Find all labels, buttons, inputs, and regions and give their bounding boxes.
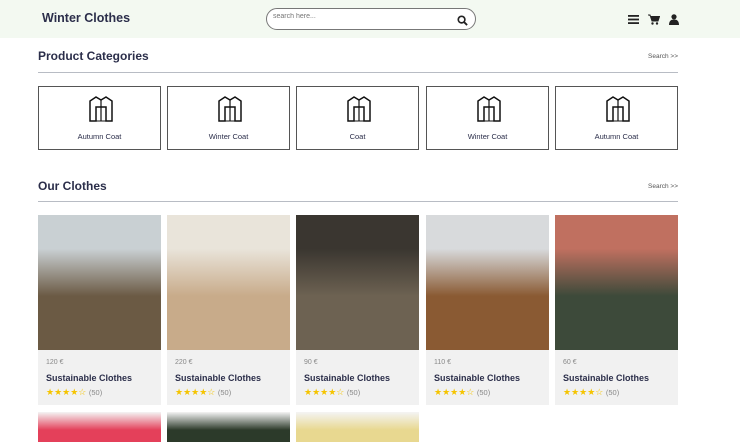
- product-card[interactable]: 220 € Sustainable Clothes ★★★★☆ (50): [167, 215, 290, 405]
- menu-icon[interactable]: [628, 12, 639, 30]
- product-image[interactable]: [426, 215, 549, 350]
- user-icon[interactable]: [669, 12, 679, 30]
- product-image[interactable]: [167, 412, 290, 442]
- review-count: (50): [88, 388, 103, 397]
- product-image[interactable]: [38, 412, 161, 442]
- clothes-search-link[interactable]: Search >>: [648, 183, 678, 190]
- category-label: Winter Coat: [467, 132, 508, 141]
- product-name[interactable]: Sustainable Clothes: [563, 373, 649, 383]
- categories-search-link[interactable]: Search >>: [648, 53, 678, 60]
- our-clothes-title: Our Clothes: [38, 179, 107, 193]
- product-name[interactable]: Sustainable Clothes: [46, 373, 132, 383]
- divider: [38, 72, 678, 73]
- category-card[interactable]: Winter Coat: [426, 86, 549, 150]
- product-price: 110 €: [434, 359, 451, 366]
- product-price: 90 €: [304, 359, 318, 366]
- divider: [38, 201, 678, 202]
- stars-icon: ★★★★☆: [304, 387, 345, 397]
- product-card[interactable]: 90 € Sustainable Clothes ★★★★☆ (50): [296, 215, 419, 405]
- product-card[interactable]: 110 € Sustainable Clothes ★★★★☆ (50): [426, 215, 549, 405]
- product-card[interactable]: 120 € Sustainable Clothes ★★★★☆ (50): [38, 215, 161, 405]
- category-label: Autumn Coat: [77, 132, 122, 141]
- product-card[interactable]: 60 € Sustainable Clothes ★★★★☆ (50): [555, 215, 678, 405]
- product-image[interactable]: [296, 412, 419, 442]
- category-card[interactable]: Autumn Coat: [555, 86, 678, 150]
- product-image[interactable]: [38, 215, 161, 350]
- stars-icon: ★★★★☆: [563, 387, 604, 397]
- product-name[interactable]: Sustainable Clothes: [434, 373, 520, 383]
- product-name[interactable]: Sustainable Clothes: [175, 373, 261, 383]
- star-rating: ★★★★☆ (50): [434, 387, 490, 398]
- star-rating: ★★★★☆ (50): [46, 387, 102, 398]
- category-card[interactable]: Winter Coat: [167, 86, 290, 150]
- star-rating: ★★★★☆ (50): [304, 387, 360, 398]
- review-count: (50): [476, 388, 491, 397]
- search-input[interactable]: [273, 13, 443, 20]
- header: Winter Clothes: [0, 0, 740, 38]
- category-card[interactable]: Coat: [296, 86, 419, 150]
- stars-icon: ★★★★☆: [175, 387, 216, 397]
- category-label: Coat: [349, 132, 366, 141]
- category-card[interactable]: Autumn Coat: [38, 86, 161, 150]
- stars-icon: ★★★★☆: [434, 387, 475, 397]
- search-box: [266, 8, 476, 30]
- star-rating: ★★★★☆ (50): [563, 387, 619, 398]
- product-name[interactable]: Sustainable Clothes: [304, 373, 390, 383]
- product-image[interactable]: [167, 215, 290, 350]
- product-image[interactable]: [296, 215, 419, 350]
- review-count: (50): [346, 388, 361, 397]
- review-count: (50): [605, 388, 620, 397]
- product-price: 120 €: [46, 359, 64, 366]
- category-label: Winter Coat: [208, 132, 249, 141]
- review-count: (50): [217, 388, 232, 397]
- product-image[interactable]: [555, 215, 678, 350]
- stars-icon: ★★★★☆: [46, 387, 87, 397]
- brand-title[interactable]: Winter Clothes: [42, 11, 130, 25]
- product-price: 60 €: [563, 359, 577, 366]
- cart-icon[interactable]: [648, 12, 661, 30]
- product-categories-title: Product Categories: [38, 49, 149, 63]
- product-price: 220 €: [175, 359, 193, 366]
- star-rating: ★★★★☆ (50): [175, 387, 231, 398]
- search-icon[interactable]: [457, 13, 468, 31]
- category-label: Autumn Coat: [594, 132, 639, 141]
